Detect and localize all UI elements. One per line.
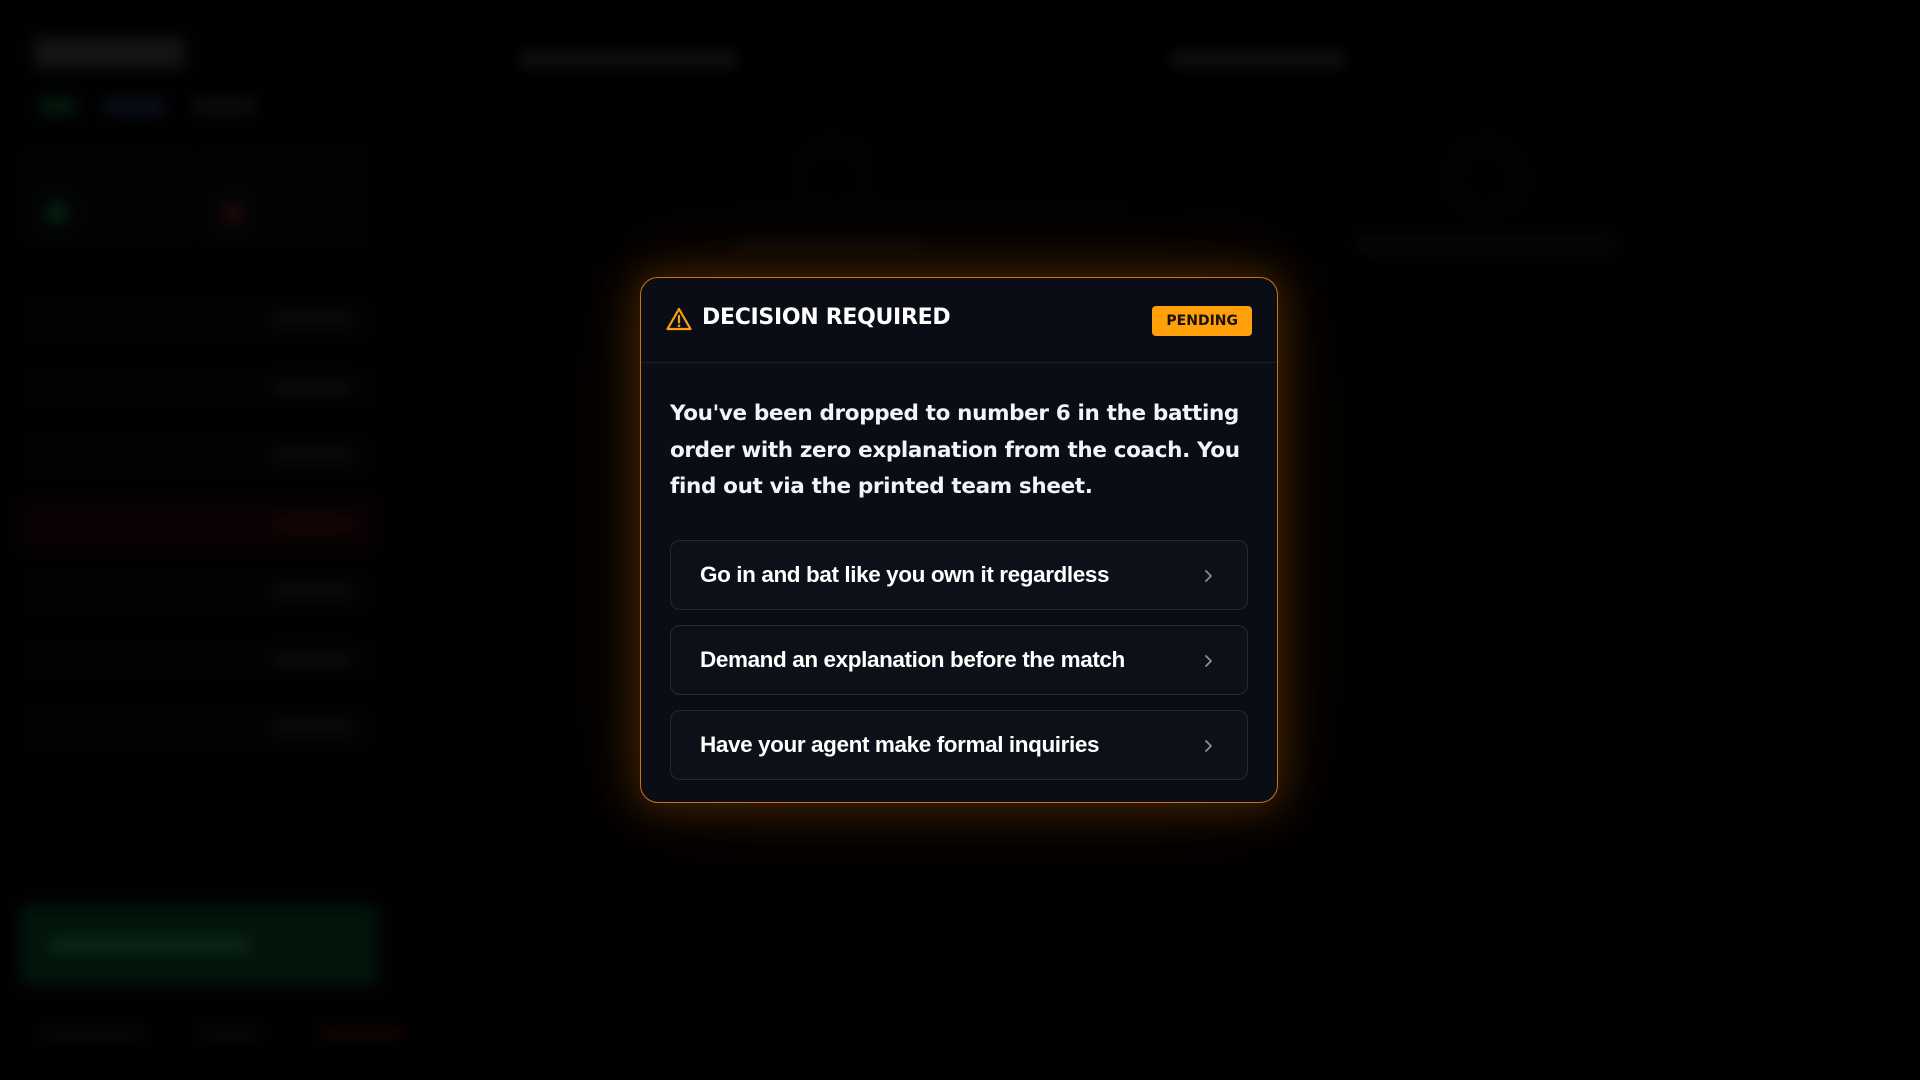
option-button-demand-explanation[interactable]: Demand an explanation before the match	[670, 624, 1248, 695]
chevron-right-icon	[1205, 654, 1212, 667]
decision-modal: DECISION REQUIRED PENDING You've been dr…	[640, 277, 1278, 803]
chevron-right-icon	[1205, 739, 1212, 752]
decision-prompt: You've been dropped to number 6 in the b…	[670, 401, 1240, 499]
modal-header: DECISION REQUIRED PENDING	[641, 278, 1277, 363]
option-button-bat-regardless[interactable]: Go in and bat like you own it regardless	[670, 539, 1248, 610]
status-badge: PENDING	[1152, 306, 1252, 336]
option-label: Go in and bat like you own it regardless	[700, 561, 1110, 587]
warning-triangle-icon	[666, 307, 692, 331]
option-button-agent-inquiries[interactable]: Have your agent make formal inquiries	[670, 709, 1248, 780]
option-label: Have your agent make formal inquiries	[700, 731, 1100, 757]
chevron-right-icon	[1205, 569, 1212, 582]
option-label: Demand an explanation before the match	[700, 646, 1125, 672]
modal-title: DECISION REQUIRED	[702, 305, 951, 330]
modal-body: You've been dropped to number 6 in the b…	[641, 363, 1277, 780]
